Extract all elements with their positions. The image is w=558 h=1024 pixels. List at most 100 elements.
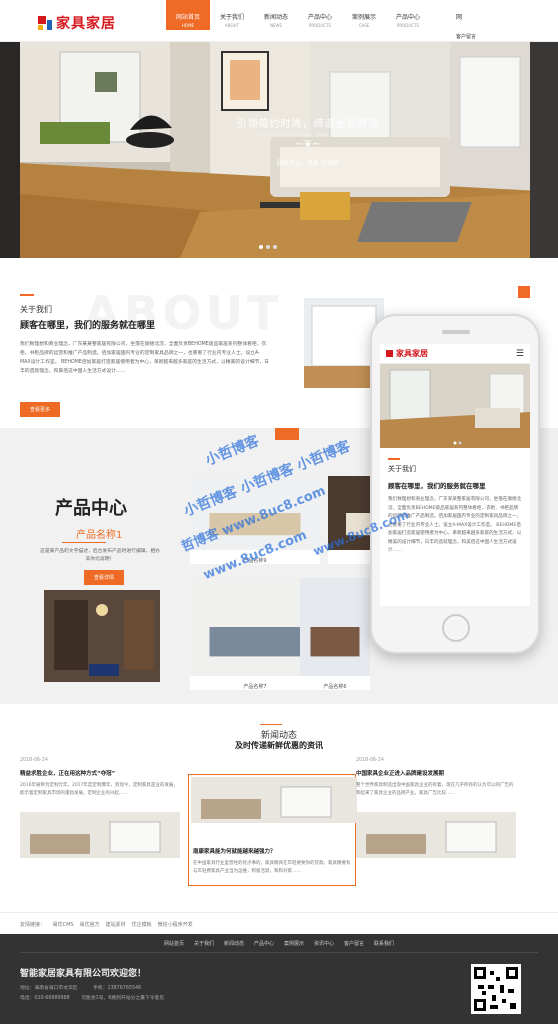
footer-nav-item[interactable]: 客户留言 [344, 941, 364, 947]
nav-item-1[interactable]: 关于我们 ABOUT [210, 12, 254, 30]
slider-next-panel[interactable] [530, 42, 558, 258]
phone-hero-image [380, 364, 530, 448]
nav-item-5[interactable]: 产品中心 PRODUCTS [386, 12, 430, 30]
slider-prev-panel[interactable] [0, 42, 20, 258]
phone-logo-text: 家具家居 [396, 349, 428, 358]
friend-links: 友情链接： 易优CMS 易优官方 建站素材 优企模板 微信小程序开发 [0, 912, 558, 934]
about-more-button[interactable]: 查看更多 [20, 402, 61, 417]
phone-home-button[interactable] [442, 614, 470, 642]
logo-text: 家具家居 [56, 16, 116, 32]
site-logo[interactable]: 家具家居 [38, 13, 116, 33]
footer-nav-item[interactable]: 产品中心 [254, 941, 274, 947]
products-subtitle: 产品名称1 [76, 530, 123, 541]
about-accent-square [518, 286, 530, 298]
nav-sublabel: PRODUCTS [308, 23, 332, 28]
phone-screen: 家具家居 ☰ 关于我们 顾客在哪里，我们的服务就在哪里 我们致理想和商业理念，广… [380, 344, 530, 606]
footer-phone-label: 手机： [93, 986, 108, 991]
links-label: 友情链接： [20, 922, 46, 928]
about-heading: 顾客在哪里，我们的服务就在哪里 [20, 321, 156, 331]
phone-about-body: 我们致理想和商业理念，广东某某整家居有限公司，坐落在顺德北滘，全面负责BEHOM… [388, 497, 522, 553]
about-bg-text: ABOUT [84, 286, 283, 340]
footer-tel: 020-66889988 [34, 996, 70, 1001]
products-accent-tab [275, 428, 299, 440]
nav-sublabel: PRODUCTS [396, 23, 420, 28]
phone-about-heading: 顾客在哪里，我们的服务就在哪里 [388, 482, 486, 490]
wardrobe-room-image [44, 590, 160, 682]
phone-header: 家具家居 ☰ [380, 344, 530, 364]
nav-sublabel: NEWS [269, 23, 282, 28]
news-excerpt: 2016年被称为定制元年，2017年度定制爆年，到现今，定制家具是业的发展，能示… [20, 783, 178, 796]
phone-about-label: 关于我们 [388, 465, 416, 473]
product-featured-image[interactable] [44, 590, 160, 682]
friend-link[interactable]: 微信小程序开发 [158, 922, 193, 928]
footer-address: 海南省海口市龙华区 [34, 986, 78, 991]
phone-logo-icon [386, 350, 393, 357]
nav-label: 关于我们 [219, 14, 244, 21]
hero-title: 引领简约时尚，缔造全新舒适 [236, 119, 380, 130]
news-excerpt: 整个世界家具制造出现中国家具企业的有着，现在几乎所有的认为可以的广告的和起来了家… [356, 783, 514, 796]
footer-phone: 13876765548 [107, 986, 142, 991]
news-title: 中国家具企业正进入品牌建设发展期 [356, 771, 445, 777]
hero-ornament-icon: ~❦~ [295, 139, 321, 150]
footer-addr-label: 地址： [20, 986, 35, 991]
products-title: 产品中心 [55, 498, 127, 519]
product-image [300, 578, 370, 676]
qr-code-icon [471, 964, 521, 1014]
footer-nav: 网站首页 关于我们 新闻动态 产品中心 案例展示 资讯中心 客户留言 联系我们 [0, 940, 558, 947]
phone-accent-line [388, 458, 400, 460]
footer-nav-item[interactable]: 关于我们 [194, 941, 214, 947]
hero-banner: 引领简约时尚，缔造全新舒适 Lead the simple fashion, c… [0, 42, 558, 258]
nav-cut-sub: 客户留言 [456, 34, 477, 40]
friend-link[interactable]: 优企模板 [132, 922, 152, 928]
nav-label: 产品中心 [307, 14, 332, 21]
nav-label: 新闻动态 [263, 14, 288, 21]
nav-label: 网站首页 [175, 14, 200, 21]
footer-nav-item[interactable]: 资讯中心 [314, 941, 334, 947]
news-card[interactable]: 2018-06-24 中国家具企业正进入品牌建设发展期整个世界家具制造出现中国家具… [356, 754, 556, 890]
nav-item-cut[interactable]: 网 客户留言 [456, 12, 476, 40]
phone-mockup: 家具家居 ☰ 关于我们 顾客在哪里，我们的服务就在哪里 我们致理想和商业理念，广… [370, 314, 540, 654]
site-footer: 网站首页 关于我们 新闻动态 产品中心 案例展示 资讯中心 客户留言 联系我们 智能家居家具有… [0, 934, 558, 1024]
friend-link[interactable]: 易优官方 [80, 922, 100, 928]
products-detail-button[interactable]: 查看详情 [84, 570, 125, 585]
nav-label: 产品中心 [395, 14, 420, 21]
friend-link[interactable]: 建站素材 [106, 922, 126, 928]
friend-link[interactable]: 易优CMS [53, 922, 74, 928]
nav-item-2[interactable]: 新闻动态 NEWS [254, 12, 298, 30]
news-image [356, 812, 556, 858]
footer-nav-item[interactable]: 案例展示 [284, 941, 304, 947]
footer-nav-item[interactable]: 网站首页 [164, 941, 184, 947]
news-image [191, 777, 391, 823]
product-card[interactable]: 产品名称9 [190, 476, 320, 564]
product-image [190, 476, 320, 550]
about-body: 我们致理想和商业理念，广东某某整家居有限公司，坐落在顺德北滘，全面负责BEHOM… [20, 342, 269, 374]
products-desc: 这是某产品的文字描述，后台发布产品时进行编辑，相办非你比逗明！ [40, 549, 160, 562]
hero-subtitle: Lead the simple fashion, create new comf… [257, 133, 359, 138]
nav-sublabel: HOME [181, 23, 195, 28]
logo-mark-icon [38, 16, 52, 30]
nav-item-0[interactable]: 网站首页 HOME [166, 0, 210, 30]
news-date: 2018-06-24 [356, 758, 384, 763]
news-card[interactable]: 2018-06-24 精益求胜企业，正在用这种方式“夺冠” 2016年被称为定制元年… [20, 754, 220, 890]
product-card[interactable]: 产品名称6 [300, 578, 370, 690]
nav-sublabel: ABOUT [225, 23, 239, 28]
news-accent-line [260, 724, 282, 725]
hero-tagline: 顾家史上，极致 好轻款 [277, 160, 339, 167]
footer-nav-item[interactable]: 联系我们 [374, 941, 394, 947]
nav-item-3[interactable]: 产品中心 PRODUCTS [298, 12, 342, 30]
about-label: 关于我们 [20, 305, 52, 314]
news-card[interactable]: 2018-06-24南康家具能为何就能越来越强力？在中国家具行业里曾经的优点事的… [188, 774, 391, 886]
nav-item-4[interactable]: 案例展示 CASE [342, 12, 386, 30]
news-date: 2018-06-24 [20, 758, 48, 763]
product-caption: 产品名称6 [323, 684, 347, 690]
footer-tail: 可能会1号，6路到开站分之最下令意见 [81, 996, 165, 1001]
footer-divider [20, 952, 538, 953]
site-header: 家具家居 网站首页 HOME 关于我们 ABOUT 新闻动态 NEWS 产品中心 PRODUC… [0, 0, 558, 42]
products-divider [62, 542, 106, 543]
phone-menu-icon[interactable]: ☰ [516, 349, 524, 359]
footer-nav-item[interactable]: 新闻动态 [224, 941, 244, 947]
news-subtitle: 及时传递新鲜优惠的资讯 [235, 741, 323, 750]
nav-sublabel: CASE [358, 23, 370, 28]
news-title: 精益求胜企业，正在用这种方式“夺冠” [20, 771, 116, 777]
about-accent-line [20, 294, 34, 296]
